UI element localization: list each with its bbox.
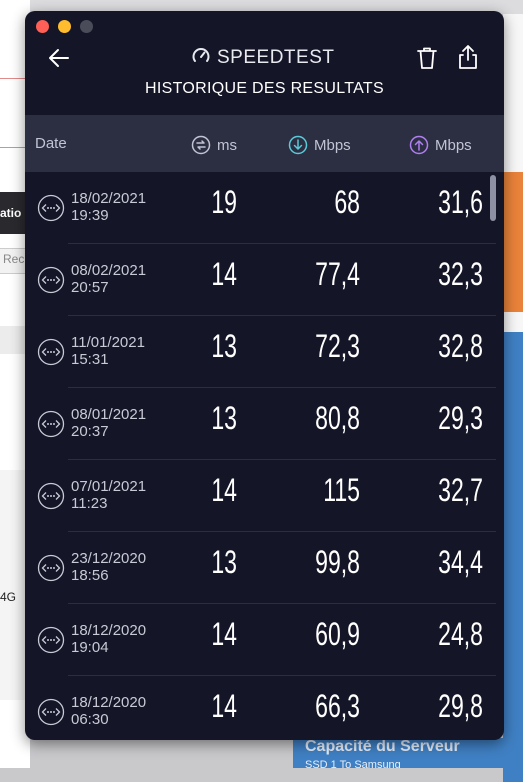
background-blue-block <box>503 332 523 782</box>
result-ping: 13 <box>211 400 237 436</box>
result-ping: 13 <box>211 544 237 580</box>
background-text: Capacité du Serveur <box>305 738 460 755</box>
result-download: 77,4 <box>315 256 360 292</box>
connection-type-icon <box>37 338 65 366</box>
column-ping[interactable]: ms <box>191 135 237 155</box>
result-upload: 31,6 <box>438 184 483 220</box>
background-app-right <box>503 14 523 782</box>
result-date: 18/02/2021 <box>71 190 147 207</box>
gauge-icon <box>191 46 211 71</box>
result-ping: 13 <box>211 328 237 364</box>
trash-icon[interactable] <box>416 46 438 70</box>
result-upload: 29,8 <box>438 688 483 724</box>
result-datetime: 08/01/2021 20:37 <box>71 406 146 440</box>
column-download[interactable]: Mbps <box>288 135 351 155</box>
result-download: 68 <box>334 184 360 220</box>
result-datetime: 23/12/2020 18:56 <box>71 550 146 584</box>
result-row[interactable]: 11/01/2021 15:31 13 72,3 32,8 <box>25 316 504 388</box>
column-upload[interactable]: Mbps <box>409 135 472 155</box>
result-row[interactable]: 18/12/2020 19:04 14 60,9 24,8 <box>25 604 504 676</box>
result-date: 18/12/2020 <box>71 694 147 711</box>
background-text: 4G <box>0 590 17 604</box>
background-text: SSD 1 To Samsung <box>305 759 401 768</box>
result-ping: 14 <box>211 256 237 292</box>
column-date[interactable]: Date <box>35 135 67 152</box>
background-server-panel: Capacité du Serveur SSD 1 To Samsung <box>293 738 523 768</box>
connection-type-icon <box>37 482 65 510</box>
result-datetime: 18/12/2020 19:04 <box>71 622 146 656</box>
result-date: 08/02/2021 <box>71 262 147 279</box>
result-datetime: 11/01/2021 15:31 <box>71 334 145 368</box>
result-datetime: 18/12/2020 06:30 <box>71 694 146 728</box>
column-header-bar: Date ms Mbps Mbps <box>25 115 504 172</box>
result-row[interactable]: 07/01/2021 11:23 14 115 32,7 <box>25 460 504 532</box>
result-upload: 29,3 <box>438 400 483 436</box>
connection-type-icon <box>37 266 65 294</box>
result-time: 15:31 <box>71 351 109 368</box>
connection-type-icon <box>37 554 65 582</box>
results-list[interactable]: 18/02/2021 19:39 19 68 31,6 08/02/2021 2… <box>25 172 504 740</box>
speedtest-logo: SPEEDTEST <box>191 47 334 69</box>
result-ping: 19 <box>211 184 237 220</box>
connection-type-icon <box>37 626 65 654</box>
column-ping-label: ms <box>217 136 237 154</box>
connection-type-icon <box>37 410 65 438</box>
result-datetime: 18/02/2021 19:39 <box>71 190 146 224</box>
column-date-label: Date <box>35 135 67 152</box>
back-arrow-icon[interactable] <box>47 46 71 70</box>
result-row[interactable]: 08/02/2021 20:57 14 77,4 32,3 <box>25 244 504 316</box>
result-upload: 32,8 <box>438 328 483 364</box>
result-download: 115 <box>323 472 360 508</box>
result-download: 72,3 <box>315 328 360 364</box>
result-time: 06:30 <box>71 711 109 728</box>
background-text: atio <box>0 206 22 220</box>
column-download-label: Mbps <box>314 136 351 154</box>
column-upload-label: Mbps <box>435 136 472 154</box>
result-time: 19:39 <box>71 207 109 224</box>
brand-name: SPEEDTEST <box>217 47 335 68</box>
result-time: 20:57 <box>71 279 109 296</box>
result-date: 07/01/2021 <box>71 478 147 495</box>
download-arrow-icon <box>288 135 308 155</box>
result-row[interactable]: 23/12/2020 18:56 13 99,8 34,4 <box>25 532 504 604</box>
result-date: 23/12/2020 <box>71 550 147 567</box>
result-download: 66,3 <box>315 688 360 724</box>
speedtest-window: SPEEDTEST HISTORIQUE DES RESULTATS Date … <box>25 11 504 740</box>
result-upload: 32,7 <box>438 472 483 508</box>
result-ping: 14 <box>211 616 237 652</box>
background-orange-block <box>503 172 523 312</box>
result-date: 08/01/2021 <box>71 406 147 423</box>
result-row[interactable]: 18/12/2020 06:30 14 66,3 29,8 <box>25 676 504 740</box>
result-datetime: 07/01/2021 11:23 <box>71 478 146 512</box>
share-icon[interactable] <box>457 44 479 70</box>
connection-type-icon <box>37 194 65 222</box>
result-download: 60,9 <box>315 616 360 652</box>
result-ping: 14 <box>211 472 237 508</box>
page-title: HISTORIQUE DES RESULTATS <box>145 80 384 97</box>
result-upload: 24,8 <box>438 616 483 652</box>
connection-type-icon <box>37 698 65 726</box>
upload-arrow-icon <box>409 135 429 155</box>
result-time: 11:23 <box>71 495 108 512</box>
result-date: 18/12/2020 <box>71 622 147 639</box>
result-upload: 32,3 <box>438 256 483 292</box>
result-download: 99,8 <box>315 544 360 580</box>
app-header: SPEEDTEST HISTORIQUE DES RESULTATS <box>25 11 504 115</box>
ping-icon <box>191 135 211 155</box>
result-row[interactable]: 18/02/2021 19:39 19 68 31,6 <box>25 172 504 244</box>
background-text: Rec <box>3 252 25 266</box>
result-upload: 34,4 <box>438 544 483 580</box>
result-datetime: 08/02/2021 20:57 <box>71 262 146 296</box>
results-scrollbar[interactable] <box>488 174 498 740</box>
result-row[interactable]: 08/01/2021 20:37 13 80,8 29,3 <box>25 388 504 460</box>
result-ping: 14 <box>211 688 237 724</box>
scrollbar-thumb[interactable] <box>490 175 496 221</box>
result-date: 11/01/2021 <box>71 334 145 351</box>
result-time: 18:56 <box>71 567 109 584</box>
result-time: 19:04 <box>71 639 109 656</box>
result-download: 80,8 <box>315 400 360 436</box>
result-time: 20:37 <box>71 423 109 440</box>
